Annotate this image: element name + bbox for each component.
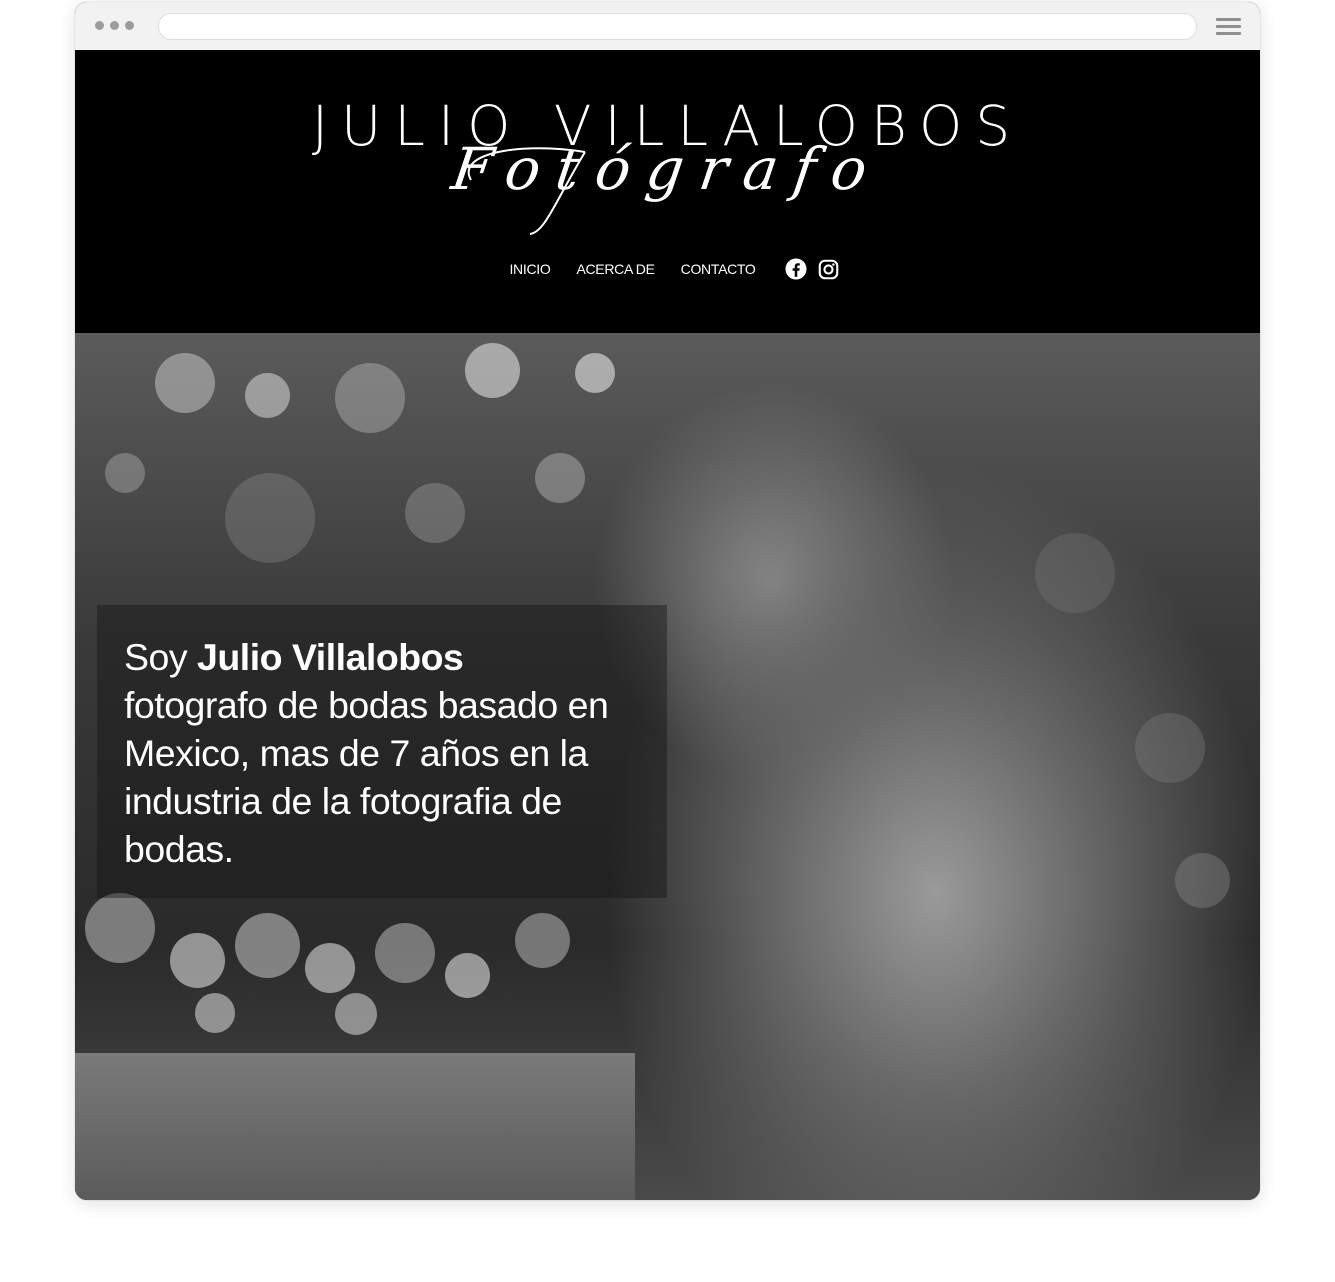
site-header: JULIO VILLALOBOS Fotógrafo INICIO ACERCA…: [75, 50, 1260, 333]
nav-inicio[interactable]: INICIO: [509, 261, 550, 277]
site-logo[interactable]: JULIO VILLALOBOS Fotógrafo: [75, 50, 1260, 250]
logo-flourish: [467, 147, 586, 235]
browser-window: JULIO VILLALOBOS Fotógrafo INICIO ACERCA…: [75, 2, 1260, 1200]
nav-acerca-de[interactable]: ACERCA DE: [576, 261, 655, 277]
facebook-icon[interactable]: [784, 258, 807, 280]
intro-body: fotografo de bodas basado en Mexico, mas…: [124, 684, 609, 870]
browser-toolbar: [75, 2, 1260, 51]
nav-contacto[interactable]: CONTACTO: [681, 261, 756, 277]
menu-hamburger-icon[interactable]: [1216, 18, 1241, 35]
instagram-icon[interactable]: [818, 259, 839, 280]
intro-text: Soy Julio Villalobos fotografo de bodas …: [124, 633, 664, 873]
floor-area: [75, 1053, 635, 1200]
social-links: [784, 258, 839, 280]
intro-name: Julio Villalobos: [197, 636, 464, 678]
intro-prefix: Soy: [124, 636, 198, 678]
hero-photo: Soy Julio Villalobos fotografo de bodas …: [75, 333, 1260, 1200]
main-nav: INICIO ACERCA DE CONTACTO: [75, 253, 1260, 285]
address-bar[interactable]: [158, 13, 1197, 40]
window-dots-icon: [95, 21, 134, 30]
